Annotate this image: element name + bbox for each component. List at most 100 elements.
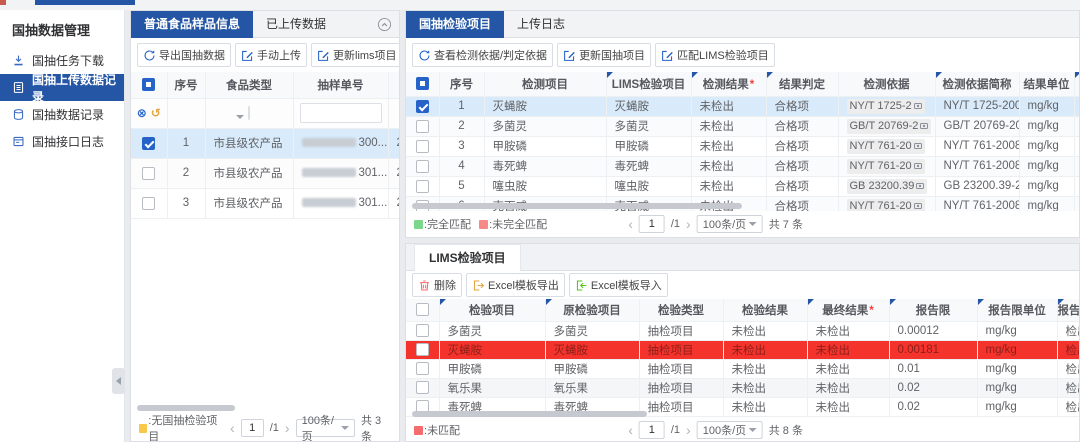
lims-item-row[interactable]: 氧乐果 氧乐果 抽检项目 未检出 未检出 0.02 mg/kg 检出限 xyxy=(406,378,1079,397)
lims-item-row[interactable]: 甲胺磷 甲胺磷 抽检项目 未检出 未检出 0.01 mg/kg 检出限 xyxy=(406,359,1079,378)
col-judgement: 结果判定 xyxy=(766,72,838,96)
row-checkbox[interactable] xyxy=(142,197,155,210)
lims-item-row[interactable]: 多菌灵 多菌灵 抽检项目 未检出 未检出 0.00012 mg/kg 检出限 xyxy=(406,321,1079,340)
tab-uploaded-data[interactable]: 已上传数据 xyxy=(253,11,339,38)
sample-row[interactable]: 1 市县级农产品 300... 2 xyxy=(131,128,399,158)
basis-chip[interactable]: NY/T 761-20 xyxy=(847,159,925,174)
test-item-row[interactable]: 1 灭蝇胺 灭蝇胺 未检出 合格项 NY/T 1725-2 NY/T 1725-… xyxy=(406,96,1079,116)
sidebar-collapse-handle[interactable] xyxy=(112,368,125,394)
basis-chip[interactable]: GB/T 20769-2 xyxy=(847,119,932,134)
cell-partial xyxy=(1074,116,1079,136)
cell-basis: NY/T 761-20 xyxy=(838,136,935,156)
test-item-row[interactable]: 4 毒死蜱 毒死蜱 未检出 合格项 NY/T 761-20 NY/T 761-2… xyxy=(406,156,1079,176)
tab-sample-info[interactable]: 普通食品样品信息 xyxy=(131,11,253,38)
col-partial xyxy=(1074,72,1079,96)
select-all-checkbox[interactable] xyxy=(142,78,155,91)
trash-icon xyxy=(418,279,431,292)
update-lims-button[interactable]: 更新lims项目 xyxy=(311,43,400,67)
select-all-checkbox[interactable] xyxy=(416,77,429,90)
basis-chip[interactable]: NY/T 1725-2 xyxy=(847,99,925,114)
current-page-input[interactable]: 1 xyxy=(639,421,665,439)
basis-chip[interactable]: GB 23200.39 xyxy=(847,179,928,194)
prev-page-button[interactable] xyxy=(628,217,633,231)
page-size-select[interactable]: 100条/页 xyxy=(296,419,355,437)
row-checkbox[interactable] xyxy=(416,324,429,337)
cell-basis-short: GB 23200.39-20 xyxy=(935,176,1019,196)
next-page-button[interactable] xyxy=(686,423,691,437)
horizontal-scrollbar[interactable] xyxy=(137,405,235,411)
delete-button[interactable]: 删除 xyxy=(412,273,462,297)
row-checkbox[interactable] xyxy=(416,343,429,356)
legend-full-match: 完全匹配 xyxy=(414,216,471,232)
cell-test-item: 毒死蜱 xyxy=(484,156,606,176)
cell-test-type: 抽检项目 xyxy=(639,378,723,397)
sample-row[interactable]: 3 市县级农产品 301... 2 xyxy=(131,188,399,218)
current-page-input[interactable]: 1 xyxy=(639,215,665,233)
select-all-checkbox[interactable] xyxy=(416,303,429,316)
prev-page-button[interactable] xyxy=(230,421,235,435)
excel-template-export-button[interactable]: Excel模板导出 xyxy=(466,273,565,297)
row-checkbox[interactable] xyxy=(416,100,429,113)
row-checkbox[interactable] xyxy=(416,381,429,394)
basis-chip[interactable]: NY/T 761-20 xyxy=(847,139,925,154)
next-page-button[interactable] xyxy=(285,421,290,435)
redacted-sample-no xyxy=(302,198,356,207)
cell-basis: GB 23200.39 xyxy=(838,176,935,196)
cell-partial: 2 xyxy=(388,158,399,188)
cell-original-item: 甲胺磷 xyxy=(545,359,639,378)
cell-basis: NY/T 761-20 xyxy=(838,156,935,176)
view-basis-button[interactable]: 查看检测依据/判定依据 xyxy=(412,43,553,67)
horizontal-scrollbar[interactable] xyxy=(412,411,647,417)
cell-lims-item: 多菌灵 xyxy=(606,116,691,136)
row-checkbox[interactable] xyxy=(416,120,429,133)
update-national-items-button[interactable]: 更新国抽项目 xyxy=(557,43,651,67)
page-size-select[interactable]: 100条/页 xyxy=(697,421,763,439)
sidebar-item-interface-log[interactable]: 国抽接口日志 xyxy=(0,128,124,155)
col-food-type: 食品类型 xyxy=(205,72,293,98)
cell-judgement: 合格项 xyxy=(766,136,838,156)
col-test-item: 检测项目 xyxy=(484,72,606,96)
reset-filter-icon[interactable]: ↺ xyxy=(151,106,161,120)
export-national-data-button[interactable]: 导出国抽数据 xyxy=(137,43,231,67)
redacted-sample-no xyxy=(302,168,356,177)
row-checkbox[interactable] xyxy=(416,180,429,193)
cell-limit-type: 检出限 xyxy=(1057,378,1079,397)
tab-upload-log[interactable]: 上传日志 xyxy=(504,11,578,38)
sidebar-item-data-records[interactable]: 国抽数据记录 xyxy=(0,101,124,128)
excel-template-import-button[interactable]: Excel模板导入 xyxy=(569,273,668,297)
col-original-item: 原检验项目 xyxy=(545,299,639,321)
cell-test-type: 抽检项目 xyxy=(639,340,723,359)
cell-seq: 4 xyxy=(439,156,484,176)
next-page-button[interactable] xyxy=(686,217,691,231)
food-type-filter-select[interactable] xyxy=(248,106,250,120)
panel-collapse-icon[interactable] xyxy=(377,17,392,32)
match-lims-items-button[interactable]: 匹配LIMS检验项目 xyxy=(655,43,775,67)
tab-lims-test-items[interactable]: LIMS检验项目 xyxy=(414,244,521,271)
cell-limit-type: 检出限 xyxy=(1057,321,1079,340)
horizontal-scrollbar[interactable] xyxy=(412,203,742,209)
sidebar-item-upload-records[interactable]: 国抽上传数据记录 xyxy=(0,74,124,101)
lims-item-row[interactable]: 灭蝇胺 灭蝇胺 抽检项目 未检出 未检出 0.00181 mg/kg 检出限 xyxy=(406,340,1079,359)
test-item-row[interactable]: 2 多菌灵 多菌灵 未检出 合格项 GB/T 20769-2 GB/T 2076… xyxy=(406,116,1079,136)
sample-no-filter-input[interactable] xyxy=(300,103,382,123)
row-checkbox[interactable] xyxy=(416,140,429,153)
test-item-row[interactable]: 5 噻虫胺 噻虫胺 未检出 合格项 GB 23200.39 GB 23200.3… xyxy=(406,176,1079,196)
prev-page-button[interactable] xyxy=(628,423,633,437)
col-test-item: 检验项目 xyxy=(439,299,545,321)
cell-basis-short: NY/T 1725-200 xyxy=(935,96,1019,116)
test-item-row[interactable]: 3 甲胺磷 甲胺磷 未检出 合格项 NY/T 761-20 NY/T 761-2… xyxy=(406,136,1079,156)
row-checkbox[interactable] xyxy=(416,160,429,173)
row-checkbox[interactable] xyxy=(416,362,429,375)
export-data-icon xyxy=(143,49,156,62)
row-checkbox[interactable] xyxy=(142,167,155,180)
tab-national-test-items[interactable]: 国抽检验项目 xyxy=(406,11,504,38)
screen: 国抽数据管理 国抽任务下载 国抽上传数据记录 国抽数据记录 国抽接口日志 普通食… xyxy=(0,0,1080,442)
cell-judgement: 合格项 xyxy=(766,176,838,196)
manual-upload-button[interactable]: 手动上传 xyxy=(235,43,307,67)
cell-partial: 2 xyxy=(388,188,399,218)
current-page-input[interactable]: 1 xyxy=(241,419,264,437)
row-checkbox[interactable] xyxy=(142,137,155,150)
page-size-select[interactable]: 100条/页 xyxy=(697,215,763,233)
sample-row[interactable]: 2 市县级农产品 301... 2 xyxy=(131,158,399,188)
clear-filter-icon[interactable]: ⊗ xyxy=(137,106,147,120)
